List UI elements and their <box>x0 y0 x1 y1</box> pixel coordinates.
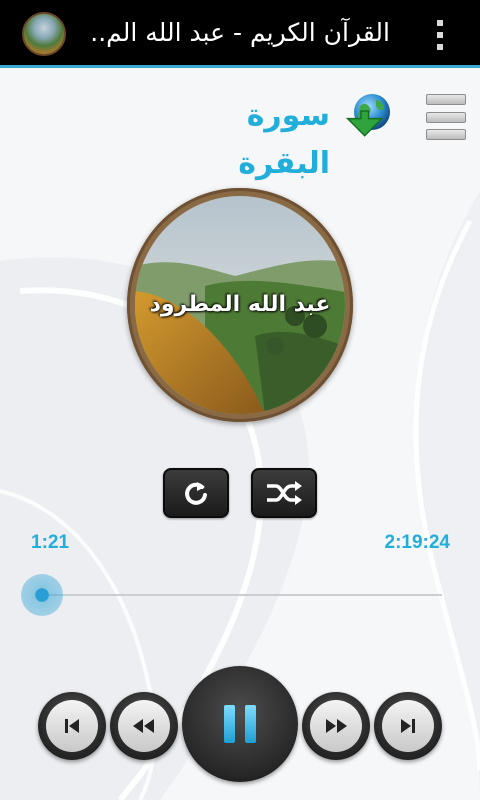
reciter-name: عبد الله المطرود <box>149 292 331 317</box>
skip-previous-icon <box>65 719 79 733</box>
surah-title: سورة البقرة <box>238 98 330 181</box>
rewind-button[interactable] <box>110 692 178 760</box>
fast-forward-button[interactable] <box>302 692 370 760</box>
elapsed-time: 1:21 <box>31 532 70 553</box>
overflow-menu-icon[interactable] <box>434 20 446 50</box>
skip-next-icon <box>401 719 415 733</box>
seek-thumb[interactable] <box>21 574 64 616</box>
previous-button[interactable] <box>38 692 106 760</box>
app-title: القرآن الكريم - عبد الله الم... <box>90 18 390 47</box>
repeat-icon <box>185 482 207 505</box>
globe-download-icon[interactable] <box>346 92 394 140</box>
shuffle-icon <box>267 481 302 505</box>
next-button[interactable] <box>374 692 442 760</box>
action-bar: القرآن الكريم - عبد الله الم... <box>0 0 480 68</box>
reciter-image: عبد الله المطرود <box>135 196 345 414</box>
rewind-icon <box>133 719 154 733</box>
total-time: 2:19:24 <box>384 532 451 553</box>
pause-icon <box>224 705 256 743</box>
repeat-button[interactable] <box>163 468 229 518</box>
seek-bar[interactable] <box>38 594 442 596</box>
fast-forward-icon <box>326 719 347 733</box>
pause-button[interactable] <box>182 666 298 782</box>
list-menu-icon[interactable] <box>426 94 466 140</box>
shuffle-button[interactable] <box>251 468 317 518</box>
app-logo-icon[interactable] <box>22 12 66 56</box>
